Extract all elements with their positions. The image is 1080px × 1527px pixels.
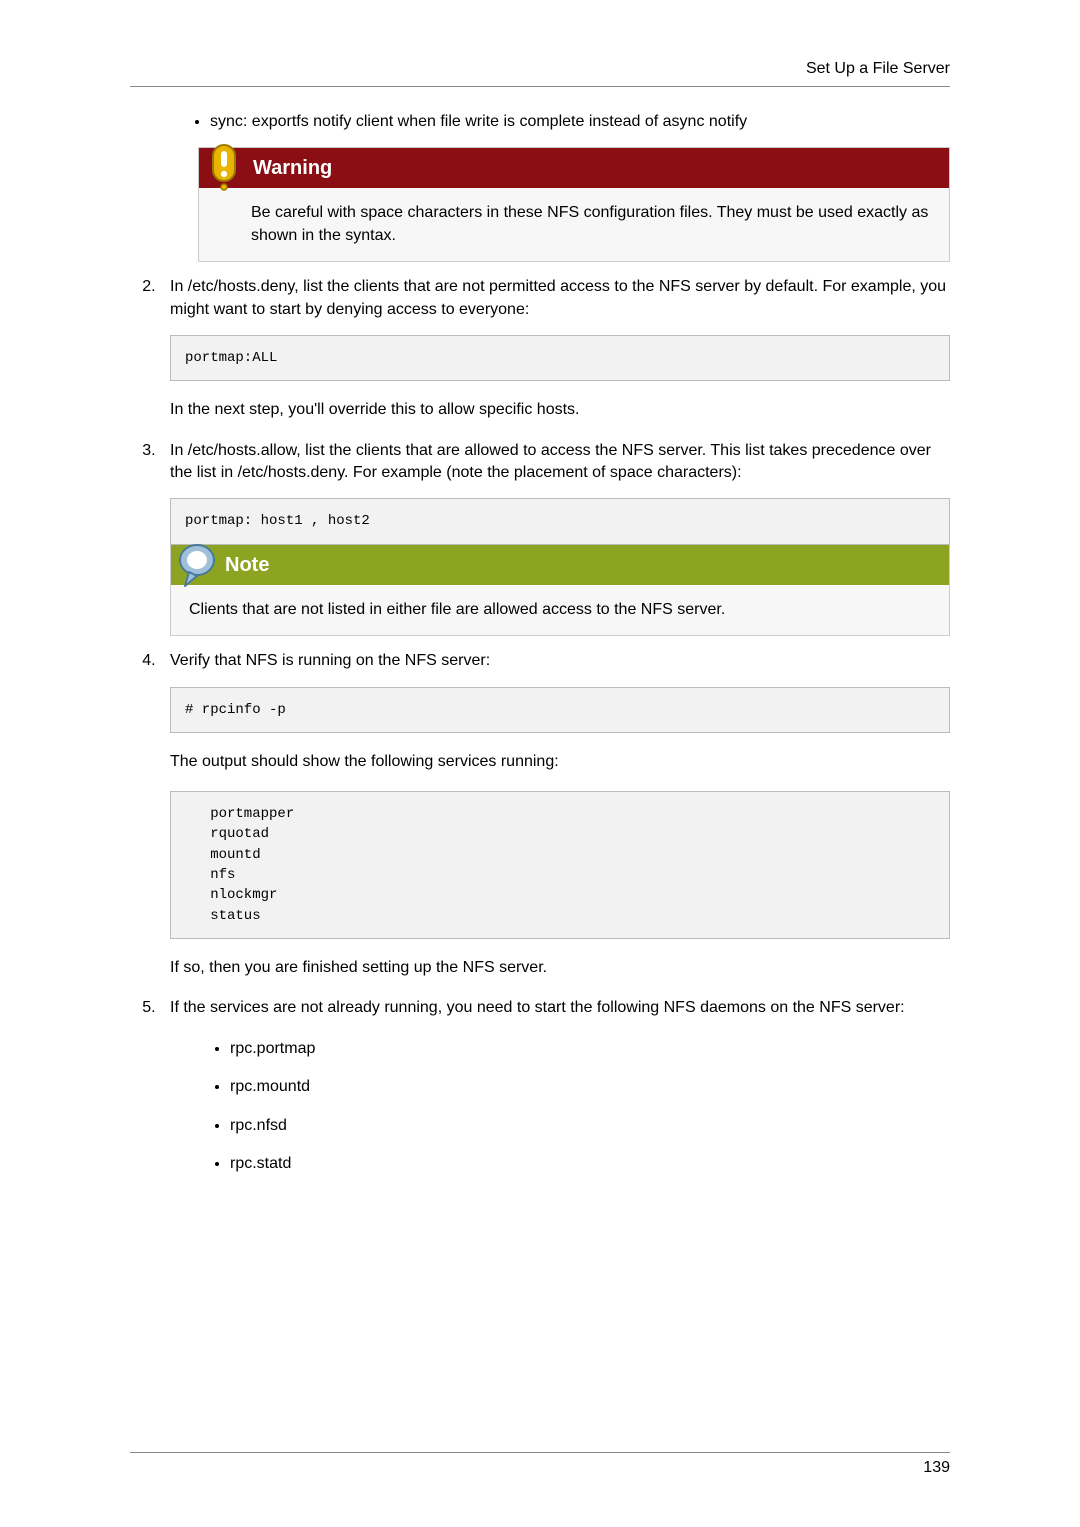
- warning-title: Warning: [253, 157, 332, 180]
- intro-bullet-item: sync: exportfs notify client when file w…: [210, 111, 950, 133]
- step-3-text: In /etc/hosts.allow, list the clients th…: [170, 442, 931, 481]
- warning-callout: Warning Be careful with space characters…: [198, 147, 950, 262]
- step-4-code: # rpcinfo -p: [170, 687, 950, 733]
- step-5-text: If the services are not already running,…: [170, 999, 905, 1016]
- steps-list: In /etc/hosts.deny, list the clients tha…: [130, 276, 950, 1175]
- content-area: sync: exportfs notify client when file w…: [130, 87, 950, 1175]
- step-5-item-3: rpc.statd: [230, 1153, 950, 1175]
- step-5-item-1: rpc.mountd: [230, 1076, 950, 1098]
- intro-bullet-list: sync: exportfs notify client when file w…: [130, 111, 950, 133]
- step-5: If the services are not already running,…: [160, 997, 950, 1175]
- step-3-code: portmap: host1 , host2: [170, 498, 950, 544]
- step-2-code: portmap:ALL: [170, 335, 950, 381]
- step-2: In /etc/hosts.deny, list the clients tha…: [160, 276, 950, 421]
- warning-body: Be careful with space characters in thes…: [199, 188, 949, 261]
- header-title: Set Up a File Server: [806, 60, 950, 77]
- footer-rule: 139: [130, 1452, 950, 1477]
- page-header: Set Up a File Server: [130, 60, 950, 87]
- page-footer: 139: [130, 1452, 950, 1477]
- step-4-after2: If so, then you are finished setting up …: [170, 957, 950, 979]
- step-4-after1: The output should show the following ser…: [170, 751, 950, 773]
- note-header: Note: [171, 545, 949, 585]
- step-5-sublist: rpc.portmap rpc.mountd rpc.nfsd rpc.stat…: [170, 1038, 950, 1176]
- step-5-item-2: rpc.nfsd: [230, 1115, 950, 1137]
- step-3: In /etc/hosts.allow, list the clients th…: [160, 440, 950, 636]
- note-title: Note: [225, 551, 269, 579]
- warning-icon: [203, 147, 245, 189]
- step-4: Verify that NFS is running on the NFS se…: [160, 650, 950, 979]
- step-4-text: Verify that NFS is running on the NFS se…: [170, 652, 490, 669]
- step-5-item-0: rpc.portmap: [230, 1038, 950, 1060]
- page-number: 139: [923, 1459, 950, 1476]
- note-callout: Note Clients that are not listed in eith…: [170, 545, 950, 636]
- intro-bullet-text: sync: exportfs notify client when file w…: [210, 113, 747, 130]
- warning-header: Warning: [199, 148, 949, 188]
- step-2-after: In the next step, you'll override this t…: [170, 399, 950, 421]
- note-icon: [175, 544, 217, 586]
- note-body: Clients that are not listed in either fi…: [171, 585, 949, 635]
- step-4-code2: portmapper rquotad mountd nfs nlockmgr s…: [170, 791, 950, 939]
- page: Set Up a File Server sync: exportfs noti…: [0, 0, 1080, 1527]
- step-2-text: In /etc/hosts.deny, list the clients tha…: [170, 278, 946, 317]
